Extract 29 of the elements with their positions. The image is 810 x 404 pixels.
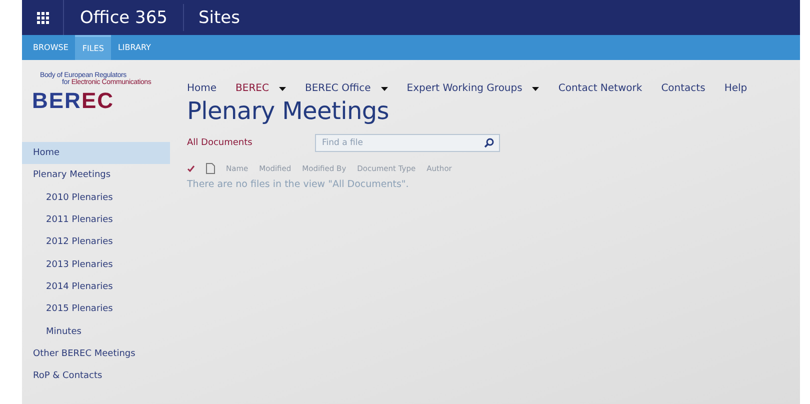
sidebar-item[interactable]: 2012 Plenaries xyxy=(22,231,170,254)
brand-name[interactable]: Office 365 xyxy=(64,4,184,31)
top-nav-link[interactable]: Contact Network xyxy=(558,83,642,94)
sidebar-item[interactable]: RoP & Contacts xyxy=(22,364,170,388)
sidebar-item[interactable]: Minutes xyxy=(22,320,170,343)
check-icon[interactable] xyxy=(187,165,195,172)
top-nav-link[interactable]: BEREC xyxy=(236,83,286,94)
empty-message: There are no files in the view "All Documents". xyxy=(187,179,410,190)
top-nav-link[interactable]: BEREC Office xyxy=(304,83,388,94)
page-title: Plenary Meetings xyxy=(187,97,390,125)
sidebar-item[interactable]: Other BEREC Meetings xyxy=(22,342,170,365)
sidebar-item[interactable]: 2013 Plenaries xyxy=(22,253,170,276)
sidebar-item[interactable]: Home xyxy=(22,142,170,164)
search-icon[interactable] xyxy=(484,138,494,148)
sidebar-item[interactable]: 2014 Plenaries xyxy=(22,276,170,298)
logo-wordmark: BEREC xyxy=(32,88,116,114)
waffle-icon xyxy=(36,12,48,24)
sidebar-item[interactable]: 2011 Plenaries xyxy=(22,208,170,232)
sidebar-item[interactable]: Plenary Meetings xyxy=(22,164,170,187)
sidebar-item[interactable]: 2015 Plenaries xyxy=(22,298,170,320)
top-nav-link[interactable]: Expert Working Groups xyxy=(406,83,540,94)
top-nav-link[interactable]: Help xyxy=(724,83,748,94)
top-nav-link[interactable]: Home xyxy=(187,83,217,94)
search-field[interactable]: Find a file xyxy=(315,134,500,152)
document-icon xyxy=(206,163,215,174)
app-name[interactable]: Sites xyxy=(184,8,254,28)
sidebar-item[interactable]: 2010 Plenaries xyxy=(22,186,170,209)
top-nav-link[interactable]: Contacts xyxy=(661,83,706,94)
view-link[interactable]: All Documents xyxy=(187,138,315,148)
